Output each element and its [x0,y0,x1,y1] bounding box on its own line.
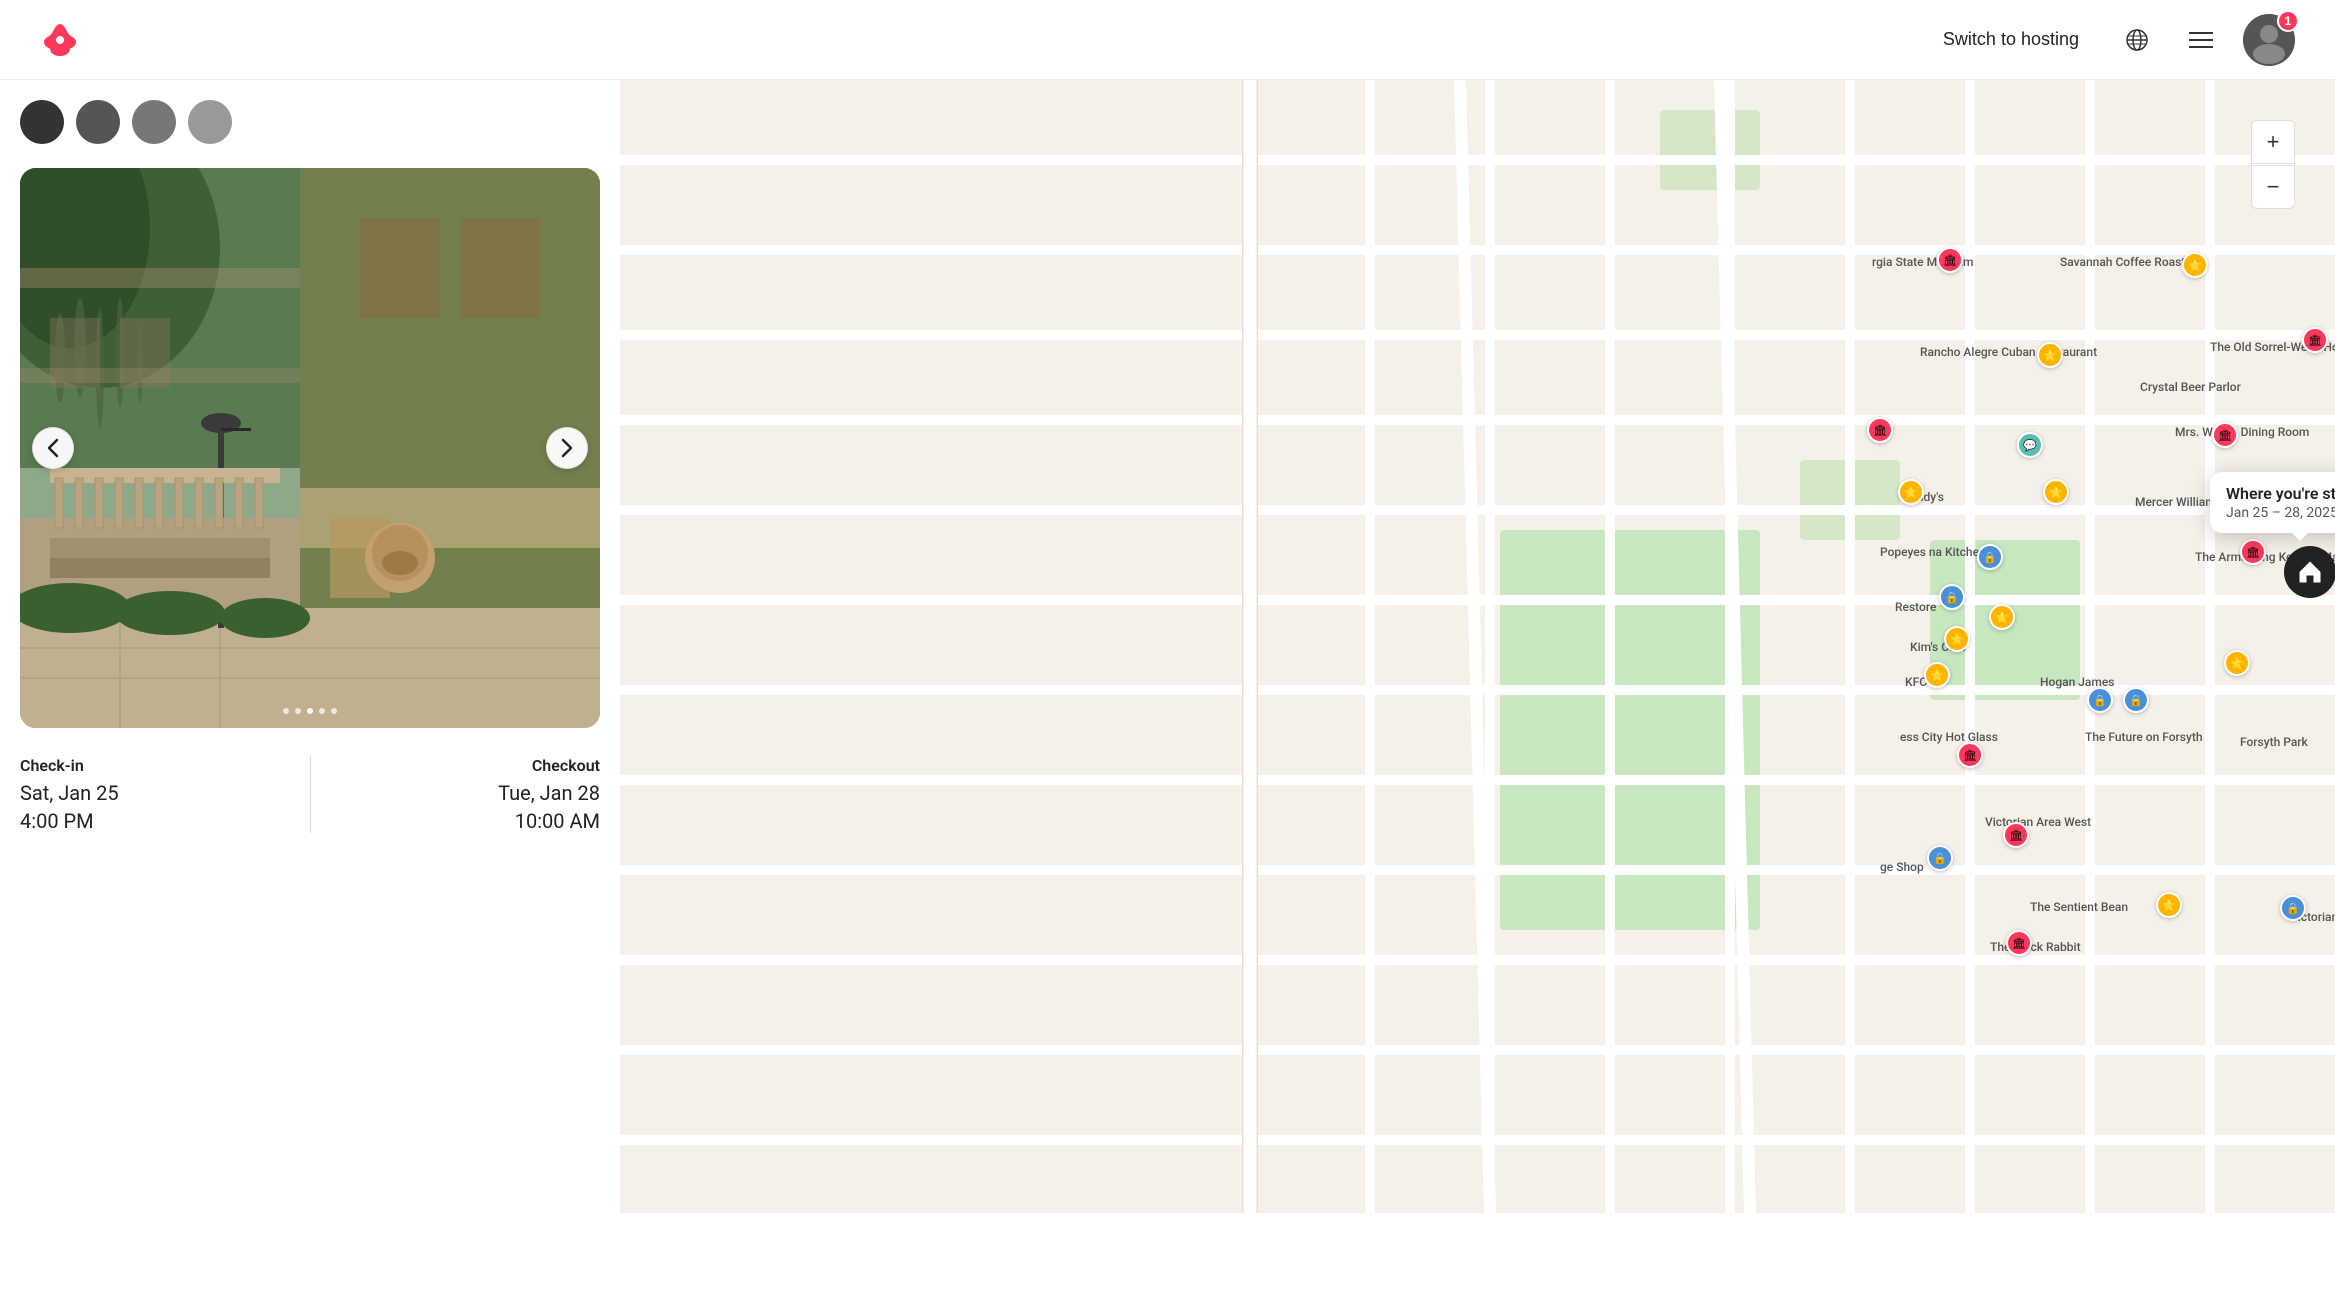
poi-marker[interactable]: ⭐ [2224,650,2250,676]
map-roads-svg [620,80,2335,1213]
hamburger-icon [2189,31,2213,49]
poi-marker[interactable]: 🏛 [1937,247,1963,273]
checkin-date: Sat, Jan 25 [20,781,290,805]
poi-marker[interactable]: 🏛 [2240,539,2266,565]
image-carousel [20,168,600,728]
carousel-scene [20,168,600,728]
poi-marker[interactable]: 🏛 [1957,742,1983,768]
poi-marker[interactable]: 🏛 [2212,422,2238,448]
notification-badge: 1 [2277,10,2299,32]
map-place-label: Mrs. Wilkes Dining Room [2175,425,2309,439]
poi-marker[interactable]: 🔒 [1977,544,2003,570]
pill-3[interactable] [132,100,176,144]
map-panel[interactable]: Savannah Coffee RoastersChippewa SquareZ… [620,80,2335,1213]
home-pin[interactable] [2284,546,2335,598]
home-icon [2296,558,2324,586]
map-place-label: The Black Rabbit [1990,940,2081,954]
poi-marker[interactable]: ⭐ [1924,662,1950,688]
carousel-dot-5[interactable] [331,708,337,714]
pill-1[interactable] [20,100,64,144]
airbnb-logo-icon [40,20,80,60]
header: Switch to hosting [0,0,2335,80]
poi-marker[interactable]: 💬 [2017,432,2043,458]
poi-marker[interactable]: 🏛 [2302,327,2328,353]
map-place-label: The Sentient Bean [2030,900,2128,914]
carousel-image [20,168,600,728]
carousel-prev-button[interactable] [32,427,74,469]
pill-4[interactable] [188,100,232,144]
top-pills [20,80,600,168]
checkout-time: 10:00 AM [331,809,601,833]
main-layout: Check-in Sat, Jan 25 4:00 PM Checkout Tu… [0,80,2335,1213]
map-place-label: Mercer Williams House Museum [2135,495,2309,509]
chevron-right-icon [561,438,573,458]
checkin-label: Check-in [20,756,290,775]
map-place-label: Savannah Coffee Roasters [2060,255,2202,269]
carousel-dot-1[interactable] [283,708,289,714]
hamburger-menu-button[interactable] [2179,21,2223,59]
checkin-time: 4:00 PM [20,809,290,833]
poi-marker[interactable]: 🏛 [2003,822,2029,848]
popup-dates: Jan 25 – 28, 2025 [2226,505,2335,521]
poi-marker[interactable]: ⭐ [2037,342,2063,368]
map-place-label: Restore [1895,600,1936,614]
map-place-label: ge Shop [1880,860,1924,874]
poi-marker[interactable]: ⭐ [1944,626,1970,652]
poi-marker[interactable]: 🏛 [2006,930,2032,956]
logo[interactable] [40,20,80,60]
map-place-label: Crystal Beer Parlor [2140,380,2241,394]
checkin-divider [310,756,311,833]
poi-marker[interactable]: 🔒 [2123,687,2149,713]
checkout-block: Checkout Tue, Jan 28 10:00 AM [331,756,601,833]
zoom-out-button[interactable]: − [2251,165,2295,209]
poi-marker[interactable]: ⭐ [2182,252,2208,278]
poi-marker[interactable]: 🔒 [1927,845,1953,871]
poi-marker[interactable]: 🔒 [1939,584,1965,610]
map-place-label: The Future on Forsyth [2085,730,2202,744]
pill-2[interactable] [76,100,120,144]
poi-marker[interactable]: ⭐ [2043,479,2069,505]
carousel-dot-4[interactable] [319,708,325,714]
carousel-dot-3[interactable] [307,708,313,714]
map-place-label: Rancho Alegre Cuban Restaurant [1920,345,2097,359]
zoom-in-button[interactable]: + [2251,120,2295,164]
map-place-label: Victorian Area West [1985,815,2091,829]
popup-title: Where you're staying [2226,484,2335,503]
map-controls: + − [2251,120,2295,209]
poi-marker[interactable]: 🔒 [2280,895,2306,921]
poi-marker[interactable]: 🏛 [1867,417,1893,443]
checkout-label: Checkout [331,756,601,775]
poi-marker[interactable]: 🔒 [2087,687,2113,713]
map-place-label: Forsyth Park [2240,735,2308,749]
poi-marker[interactable]: ⭐ [1898,479,1924,505]
globe-icon [2125,28,2149,52]
map-place-label: ess City Hot Glass [1900,730,1998,744]
left-panel: Check-in Sat, Jan 25 4:00 PM Checkout Tu… [0,80,620,1213]
checkin-section: Check-in Sat, Jan 25 4:00 PM Checkout Tu… [20,728,600,833]
header-right: Switch to hosting [1927,14,2295,66]
checkout-date: Tue, Jan 28 [331,781,601,805]
poi-marker[interactable]: ⭐ [2156,892,2182,918]
switch-hosting-button[interactable]: Switch to hosting [1927,19,2095,60]
chevron-left-icon [47,438,59,458]
carousel-dot-2[interactable] [295,708,301,714]
carousel-dots [283,708,337,714]
language-selector-button[interactable] [2115,18,2159,62]
map-place-label: Popeyes na Kitchen [1880,545,1986,559]
user-profile-button[interactable]: 1 [2243,14,2295,66]
poi-marker[interactable]: ⭐ [1989,604,2015,630]
checkin-block: Check-in Sat, Jan 25 4:00 PM [20,756,290,833]
location-popup: Where you're staying Jan 25 – 28, 2025 [2210,472,2335,533]
carousel-next-button[interactable] [546,427,588,469]
map-container[interactable]: Savannah Coffee RoastersChippewa SquareZ… [620,80,2335,1213]
